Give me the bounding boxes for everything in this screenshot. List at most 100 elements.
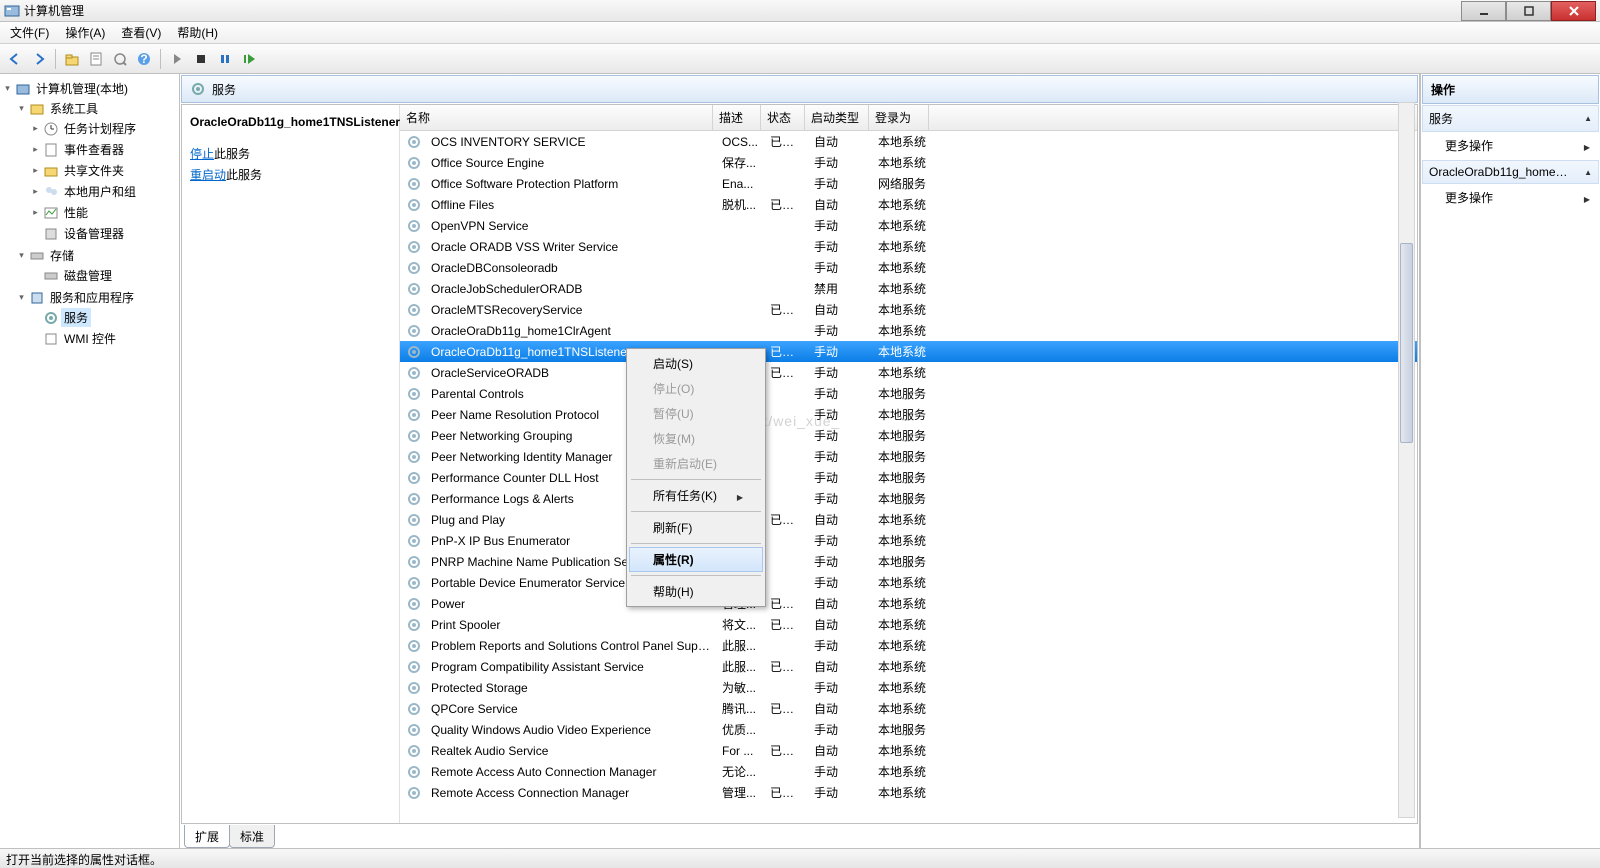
cell-desc: 此服... [716,657,764,676]
cell-desc: 为敏... [716,678,764,697]
expand-icon[interactable]: ▸ [30,144,41,155]
service-row[interactable]: Remote Access Connection Manager管理...已启动… [400,782,1417,803]
actions-section-services[interactable]: 服务 ▲ [1422,105,1599,132]
close-button[interactable] [1551,1,1596,21]
service-row[interactable]: Protected Storage为敏...手动本地系统 [400,677,1417,698]
tree-event-viewer[interactable]: ▸事件查看器 [30,140,177,159]
service-row[interactable]: Office Source Engine保存...手动本地系统 [400,152,1417,173]
service-row[interactable]: OCS INVENTORY SERVICEOCS...已启动自动本地系统 [400,131,1417,152]
restart-link[interactable]: 重启动 [190,168,226,182]
service-row[interactable]: Portable Device Enumerator Service手动本地系统 [400,572,1417,593]
cell-startup: 手动 [808,573,872,592]
cm-start[interactable]: 启动(S) [629,351,763,376]
menu-view[interactable]: 查看(V) [115,22,167,43]
expand-icon[interactable]: ▸ [30,123,41,134]
service-row[interactable]: Peer Name Resolution Protocol手动本地服务 [400,404,1417,425]
tree-local-users[interactable]: ▸本地用户和组 [30,182,177,201]
collapse-icon[interactable]: ▾ [16,292,27,303]
tree-task-scheduler[interactable]: ▸任务计划程序 [30,119,177,138]
col-header-logon[interactable]: 登录为 [869,105,929,130]
service-row[interactable]: Problem Reports and Solutions Control Pa… [400,635,1417,656]
service-row[interactable]: Program Compatibility Assistant Service此… [400,656,1417,677]
actions-more-2[interactable]: 更多操作 [1421,184,1600,211]
expand-icon[interactable]: ▸ [30,207,41,218]
service-row[interactable]: Quality Windows Audio Video Experience优质… [400,719,1417,740]
service-row[interactable]: PNRP Machine Name Publication Service手动本… [400,551,1417,572]
service-row[interactable]: PnP-X IP Bus Enumerator手动本地系统 [400,530,1417,551]
help-button[interactable]: ? [133,48,155,70]
cell-startup: 手动 [808,363,872,382]
actions-more-1[interactable]: 更多操作 [1421,132,1600,159]
tree-root[interactable]: ▾计算机管理(本地) [2,79,177,98]
col-header-desc[interactable]: 描述 [713,105,761,130]
stop-button[interactable] [190,48,212,70]
restart-button[interactable] [238,48,260,70]
properties-button[interactable] [85,48,107,70]
tree-storage[interactable]: ▾存储 [16,246,177,265]
service-row[interactable]: Plug and Play已启动自动本地系统 [400,509,1417,530]
actions-section-item[interactable]: OracleOraDb11g_home1... ▲ [1422,160,1599,184]
service-row[interactable]: Performance Logs & Alerts手动本地服务 [400,488,1417,509]
expand-icon[interactable]: ▸ [30,165,41,176]
export-button[interactable] [109,48,131,70]
tree-services-apps[interactable]: ▾服务和应用程序 [16,288,177,307]
up-level-button[interactable] [61,48,83,70]
menu-action[interactable]: 操作(A) [59,22,111,43]
forward-button[interactable] [28,48,50,70]
service-row[interactable]: OracleOraDb11g_home1TNSListener已启动手动本地系统 [400,341,1417,362]
cell-name: Program Compatibility Assistant Service [425,659,716,675]
service-row[interactable]: Remote Access Auto Connection Manager无论.… [400,761,1417,782]
tree-performance[interactable]: ▸性能 [30,203,177,222]
service-row[interactable]: Power管理...已启动自动本地系统 [400,593,1417,614]
stop-link[interactable]: 停止 [190,147,214,161]
tab-standard[interactable]: 标准 [229,825,275,848]
tree-shared-folders[interactable]: ▸共享文件夹 [30,161,177,180]
expand-icon[interactable]: ▸ [30,186,41,197]
service-row[interactable]: OracleOraDb11g_home1ClrAgent手动本地系统 [400,320,1417,341]
service-row[interactable]: Parental Controls手动本地服务 [400,383,1417,404]
tab-extended[interactable]: 扩展 [184,825,230,848]
cell-logon: 本地系统 [872,699,932,718]
service-row[interactable]: Peer Networking Grouping手动本地服务 [400,425,1417,446]
tree-services[interactable]: ▸服务 [30,308,177,327]
cm-refresh[interactable]: 刷新(F) [629,515,763,540]
cm-properties[interactable]: 属性(R) [629,547,763,572]
cm-all-tasks[interactable]: 所有任务(K) [629,483,763,508]
collapse-icon[interactable]: ▾ [16,103,27,114]
pause-button[interactable] [214,48,236,70]
maximize-button[interactable] [1506,1,1551,21]
minimize-button[interactable] [1461,1,1506,21]
play-button[interactable] [166,48,188,70]
service-row[interactable]: Oracle ORADB VSS Writer Service手动本地系统 [400,236,1417,257]
service-row[interactable]: OracleServiceORADB已启动手动本地系统 [400,362,1417,383]
service-row[interactable]: Print Spooler将文...已启动自动本地系统 [400,614,1417,635]
service-row[interactable]: OpenVPN Service手动本地系统 [400,215,1417,236]
col-header-name[interactable]: 名称 [400,105,713,130]
service-row[interactable]: Peer Networking Identity Manager手动本地服务 [400,446,1417,467]
services-list[interactable]: 名称 描述 状态 启动类型 登录为 OCS INVENTORY SERVICEO… [400,105,1417,823]
scrollbar-thumb[interactable] [1400,243,1413,443]
collapse-icon[interactable]: ▾ [2,83,13,94]
tree-disk-management[interactable]: ▸磁盘管理 [30,266,177,285]
tree-system-tools[interactable]: ▾系统工具 [16,99,177,118]
service-row[interactable]: Office Software Protection PlatformEna..… [400,173,1417,194]
actions-header: 操作 [1422,75,1599,104]
service-row[interactable]: Performance Counter DLL Host手动本地服务 [400,467,1417,488]
back-button[interactable] [4,48,26,70]
cell-logon: 本地系统 [872,594,932,613]
menu-help[interactable]: 帮助(H) [171,22,224,43]
service-row[interactable]: QPCore Service腾讯...已启动自动本地系统 [400,698,1417,719]
scrollbar[interactable] [1398,102,1415,818]
service-row[interactable]: OracleJobSchedulerORADB禁用本地系统 [400,278,1417,299]
service-row[interactable]: OracleMTSRecoveryService已启动自动本地系统 [400,299,1417,320]
menu-file[interactable]: 文件(F) [4,22,55,43]
collapse-icon[interactable]: ▾ [16,250,27,261]
cm-help[interactable]: 帮助(H) [629,579,763,604]
service-row[interactable]: Realtek Audio ServiceFor ...已启动自动本地系统 [400,740,1417,761]
col-header-status[interactable]: 状态 [761,105,805,130]
service-row[interactable]: Offline Files脱机...已启动自动本地系统 [400,194,1417,215]
tree-wmi[interactable]: ▸WMI 控件 [30,329,177,348]
service-row[interactable]: OracleDBConsoleoradb手动本地系统 [400,257,1417,278]
tree-device-manager[interactable]: ▸设备管理器 [30,224,177,243]
col-header-startup[interactable]: 启动类型 [805,105,869,130]
